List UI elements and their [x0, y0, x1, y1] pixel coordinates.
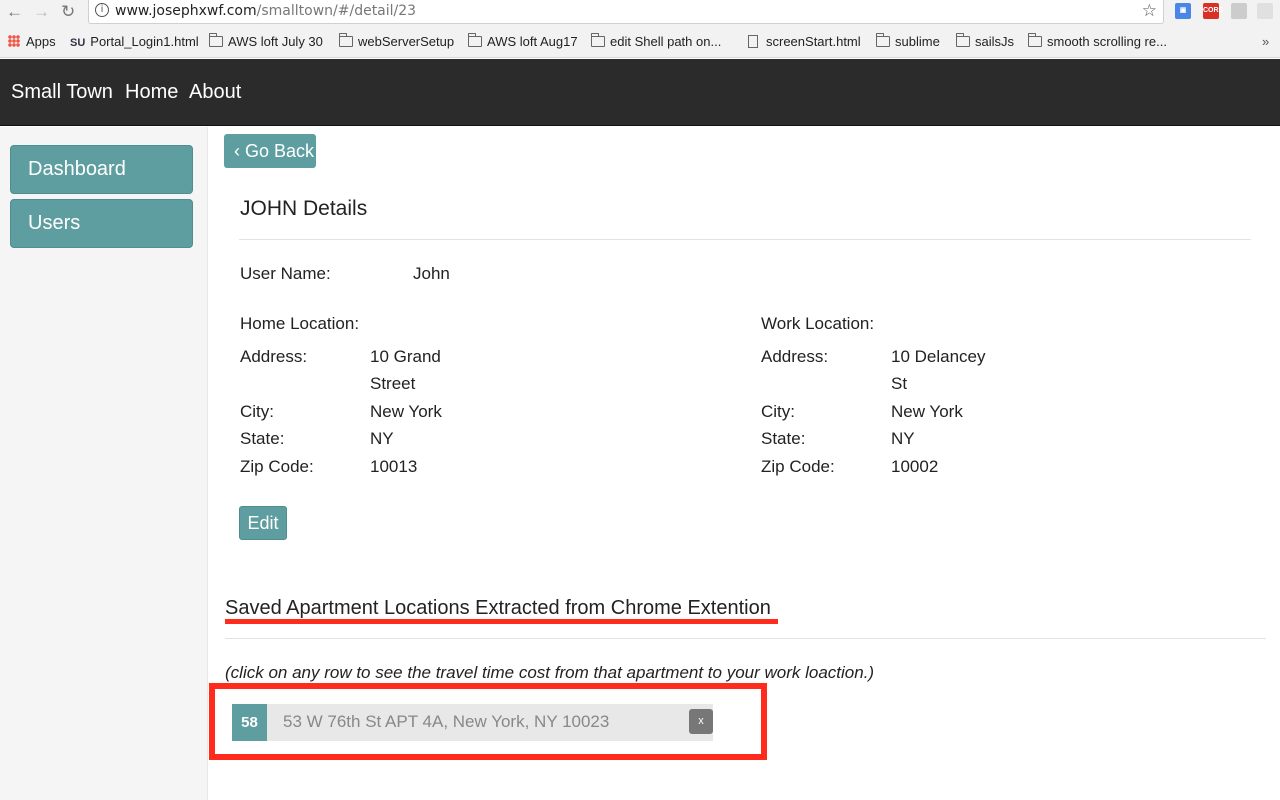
- work-state-label: State:: [761, 429, 806, 448]
- home-zip-value: 10013: [370, 457, 418, 476]
- app-navbar: Small Town Home About: [0, 59, 1280, 126]
- page-title: JOHN Details: [240, 197, 368, 220]
- reload-icon[interactable]: ↻: [61, 2, 75, 22]
- back-arrow-icon[interactable]: ←: [6, 2, 23, 22]
- saved-apartments-heading: Saved Apartment Locations Extracted from…: [225, 597, 771, 619]
- page-icon: [748, 35, 758, 48]
- folder-icon: [876, 33, 890, 47]
- work-state-value: NY: [891, 429, 915, 448]
- apartment-row[interactable]: 58 53 W 76th St APT 4A, New York, NY 100…: [232, 704, 713, 741]
- home-address-line2: Street: [370, 374, 416, 393]
- home-city-value: New York: [370, 402, 442, 421]
- apartment-id-badge: 58: [232, 704, 267, 741]
- address-bar[interactable]: i www.josephxwf.com/smalltown/#/detail/2…: [88, 0, 1164, 24]
- work-address-line1: 10 Delancey: [891, 347, 986, 366]
- go-back-button[interactable]: ‹ Go Back: [224, 134, 316, 168]
- nav-about-link[interactable]: About: [189, 81, 241, 104]
- work-city-label: City:: [761, 402, 795, 421]
- home-state-label: State:: [240, 429, 285, 448]
- home-state-value: NY: [370, 429, 394, 448]
- annotation-underline: [225, 619, 778, 624]
- cors-extension-icon[interactable]: CORS: [1203, 3, 1223, 19]
- url-text: www.josephxwf.com/smalltown/#/detail/23: [115, 3, 417, 19]
- bookmark-folder[interactable]: webServerSetup: [339, 33, 454, 49]
- bookmark-folder[interactable]: AWS loft Aug17: [468, 33, 578, 49]
- folder-icon: [1028, 33, 1042, 47]
- home-location-heading: Home Location:: [240, 314, 360, 333]
- nav-home-link[interactable]: Home: [125, 81, 178, 104]
- work-zip-label: Zip Code:: [761, 457, 835, 476]
- work-city-value: New York: [891, 402, 963, 421]
- home-address-line1: 10 Grand: [370, 347, 441, 366]
- bookmark-portal-login[interactable]: SU Portal_Login1.html: [70, 34, 199, 49]
- delete-apartment-button[interactable]: x: [689, 709, 713, 734]
- folder-icon: [468, 33, 482, 47]
- sidebar: Dashboard Users: [0, 127, 208, 800]
- bookmark-folder[interactable]: smooth scrolling re...: [1028, 33, 1167, 49]
- bookmark-star-icon[interactable]: ☆: [1142, 1, 1157, 21]
- divider: [225, 638, 1266, 639]
- extension-icon[interactable]: [1257, 3, 1273, 19]
- work-address-line2: St: [891, 374, 908, 393]
- bookmark-page[interactable]: screenStart.html: [748, 34, 861, 49]
- bookmark-folder[interactable]: edit Shell path on...: [591, 33, 721, 49]
- bookmark-folder[interactable]: sublime: [876, 33, 940, 49]
- folder-icon: [209, 33, 223, 47]
- home-zip-label: Zip Code:: [240, 457, 314, 476]
- edit-button[interactable]: Edit: [239, 506, 287, 540]
- home-city-label: City:: [240, 402, 274, 421]
- extension-icon[interactable]: ▣: [1175, 3, 1191, 19]
- info-icon[interactable]: i: [95, 3, 109, 17]
- divider: [239, 239, 1251, 240]
- sidebar-item-dashboard[interactable]: Dashboard: [10, 145, 193, 194]
- bookmarks-bar: Apps SU Portal_Login1.html AWS loft July …: [0, 24, 1280, 58]
- folder-icon: [591, 33, 605, 47]
- work-zip-value: 10002: [891, 457, 939, 476]
- work-location-heading: Work Location:: [761, 314, 875, 333]
- folder-icon: [339, 33, 353, 47]
- home-address-label: Address:: [240, 347, 308, 366]
- browser-toolbar: ← → ↻ i www.josephxwf.com/smalltown/#/de…: [0, 0, 1280, 24]
- bookmark-folder[interactable]: AWS loft July 30: [209, 33, 323, 49]
- site-favicon-icon: SU: [70, 37, 86, 49]
- bookmark-folder[interactable]: sailsJs: [956, 33, 1014, 49]
- folder-icon: [956, 33, 970, 47]
- user-name-label: User Name:: [240, 264, 331, 283]
- more-bookmarks-icon[interactable]: »: [1262, 34, 1269, 49]
- apartments-hint: (click on any row to see the travel time…: [225, 663, 875, 682]
- work-address-label: Address:: [761, 347, 829, 366]
- apps-grid-icon: [8, 35, 20, 47]
- apartment-address: 53 W 76th St APT 4A, New York, NY 10023: [283, 712, 610, 731]
- bookmark-apps[interactable]: Apps: [8, 34, 56, 49]
- forward-arrow-icon[interactable]: →: [33, 2, 50, 22]
- main-content: ‹ Go Back JOHN Details User Name: John H…: [209, 127, 1280, 800]
- brand-link[interactable]: Small Town: [11, 81, 113, 104]
- sidebar-item-users[interactable]: Users: [10, 199, 193, 248]
- user-name-value: John: [413, 264, 450, 283]
- extension-icon[interactable]: [1231, 3, 1247, 19]
